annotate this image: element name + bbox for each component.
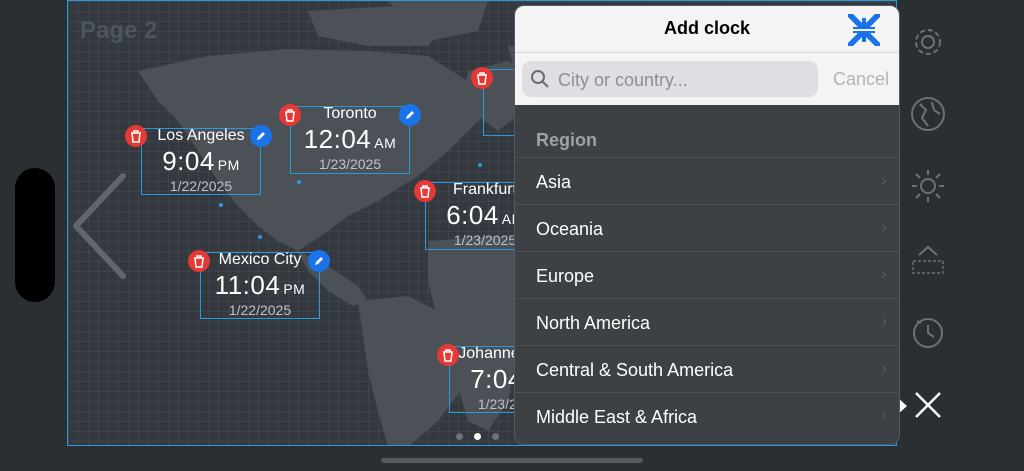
add-clock-popover: Add clock Cancel Region Asia › Oceania	[514, 5, 900, 445]
region-label: Oceania	[536, 219, 604, 239]
search-row: Cancel	[515, 52, 899, 105]
clock-card-toronto[interactable]: Toronto 12:04 AM 1/23/2025	[290, 105, 410, 174]
clock-card-los-angeles[interactable]: Los Angeles 9:04 PM 1/22/2025	[141, 127, 261, 195]
chevron-left-icon[interactable]	[68, 171, 128, 281]
chevron-right-icon: ›	[881, 219, 887, 236]
pencil-icon[interactable]	[308, 250, 330, 272]
trash-icon[interactable]	[188, 250, 210, 272]
city-marker	[297, 180, 301, 184]
section-header-region: Region	[536, 130, 597, 150]
collapse-icon[interactable]	[844, 10, 884, 50]
region-label: Middle East & Africa	[536, 407, 698, 427]
pencil-icon[interactable]	[399, 104, 421, 126]
close-icon[interactable]	[913, 390, 943, 420]
globe-button[interactable]	[908, 94, 948, 134]
chevron-right-icon: ›	[881, 360, 887, 377]
clock-city-name: Los Angeles	[157, 127, 245, 144]
trash-icon[interactable]	[414, 180, 436, 202]
region-label: Europe	[536, 266, 595, 286]
chevron-right-icon: ›	[881, 313, 887, 330]
home-indicator[interactable]	[381, 458, 643, 463]
search-icon	[531, 70, 549, 88]
clock-refresh-button[interactable]	[908, 312, 948, 352]
page-indicator[interactable]	[456, 433, 499, 440]
clock-city-name: Toronto	[323, 105, 377, 122]
region-item-north-america[interactable]: North America ›	[515, 298, 899, 345]
alarm-button[interactable]	[908, 240, 948, 280]
clock-date: 1/22/2025	[169, 178, 233, 194]
brightness-button[interactable]	[908, 166, 948, 206]
city-marker	[258, 235, 262, 239]
chevron-right-icon: ›	[881, 172, 887, 189]
cancel-button[interactable]: Cancel	[833, 69, 889, 90]
page-dot-active[interactable]	[474, 433, 481, 440]
city-marker	[478, 163, 482, 167]
clock-date: 1/22/2025	[228, 302, 292, 318]
search-box[interactable]	[522, 61, 818, 99]
chevron-right-icon: ›	[881, 266, 887, 283]
city-marker	[219, 203, 223, 207]
clock-time: 11:04 PM	[214, 270, 306, 300]
popover-header: Add clock	[515, 6, 899, 52]
page-dot[interactable]	[492, 433, 499, 440]
clock-card-mexico-city[interactable]: Mexico City 11:04 PM 1/22/2025	[200, 251, 320, 319]
trash-icon[interactable]	[471, 67, 493, 89]
globe-icon	[911, 97, 945, 131]
chevron-right-icon: ›	[881, 407, 887, 424]
region-label: Asia	[536, 172, 572, 192]
pencil-icon[interactable]	[250, 125, 272, 147]
clock-time: 9:04 PM	[162, 146, 240, 176]
region-list: Asia › Oceania › Europe › North America …	[515, 157, 899, 439]
clock-date: 1/23/2025	[318, 156, 382, 172]
region-label: Central & South America	[536, 360, 734, 380]
trash-icon[interactable]	[125, 125, 147, 147]
popover-title: Add clock	[663, 18, 751, 38]
page-label: Page 2	[80, 17, 158, 44]
settings-button[interactable]	[908, 22, 948, 62]
region-item-middle-east-africa[interactable]: Middle East & Africa ›	[515, 392, 899, 439]
trash-icon[interactable]	[437, 344, 459, 366]
clock-refresh-icon	[913, 318, 943, 348]
brightness-icon	[912, 170, 944, 202]
alarm-clock-icon	[912, 245, 944, 274]
side-handle[interactable]	[15, 168, 55, 302]
trash-icon[interactable]	[279, 104, 301, 126]
region-label: North America	[536, 313, 651, 333]
gear-icon	[915, 29, 941, 55]
search-input[interactable]	[556, 61, 810, 99]
region-item-europe[interactable]: Europe ›	[515, 251, 899, 298]
page-dot[interactable]	[456, 433, 463, 440]
clock-time: 12:04 AM	[303, 124, 397, 154]
region-item-central-south-america[interactable]: Central & South America ›	[515, 345, 899, 392]
region-item-oceania[interactable]: Oceania ›	[515, 204, 899, 251]
region-item-asia[interactable]: Asia ›	[515, 157, 899, 204]
clock-city-name: Mexico City	[218, 251, 302, 268]
